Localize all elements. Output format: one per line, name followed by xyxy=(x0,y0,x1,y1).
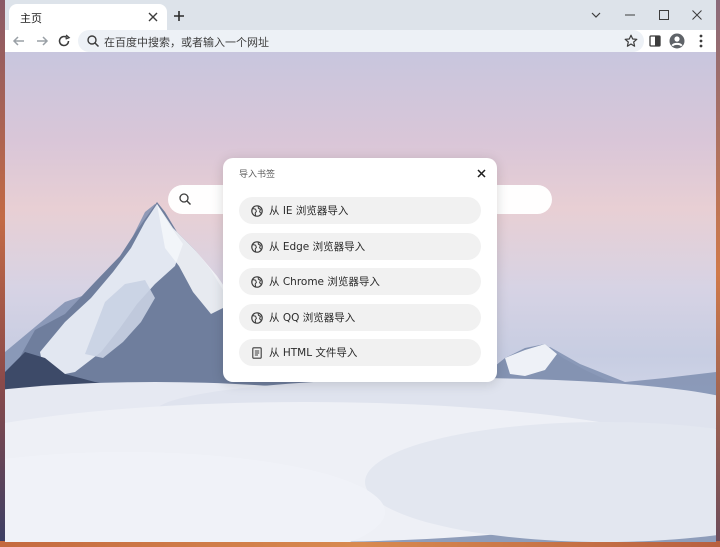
import-from-html-button[interactable]: 从 HTML 文件导入 xyxy=(239,339,481,366)
close-icon[interactable] xyxy=(686,4,708,26)
chevron-down-icon[interactable] xyxy=(585,4,607,26)
arrow-left-icon[interactable] xyxy=(10,32,28,50)
arrow-right-icon[interactable] xyxy=(33,32,51,50)
import-from-qq-button[interactable]: 从 QQ 浏览器导入 xyxy=(239,304,481,331)
tab-home[interactable]: 主页 xyxy=(9,4,167,30)
close-icon[interactable] xyxy=(145,9,161,25)
option-label: 从 Edge 浏览器导入 xyxy=(269,241,366,253)
toolbar: 在百度中搜索，或者输入一个网址 xyxy=(5,30,716,52)
maximize-icon[interactable] xyxy=(653,4,675,26)
address-bar[interactable]: 在百度中搜索，或者输入一个网址 xyxy=(78,30,644,52)
dialog-title: 导入书签 xyxy=(239,170,276,180)
tab-strip: 主页 xyxy=(5,0,716,30)
import-from-edge-button[interactable]: 从 Edge 浏览器导入 xyxy=(239,233,481,260)
globe-icon xyxy=(250,240,263,253)
document-icon xyxy=(250,346,263,359)
option-label: 从 IE 浏览器导入 xyxy=(269,205,349,217)
minimize-icon[interactable] xyxy=(619,4,641,26)
globe-icon xyxy=(250,204,263,217)
plus-icon[interactable] xyxy=(169,6,189,26)
option-label: 从 QQ 浏览器导入 xyxy=(269,312,356,324)
globe-icon xyxy=(250,311,263,324)
import-from-ie-button[interactable]: 从 IE 浏览器导入 xyxy=(239,197,481,224)
address-bar-placeholder: 在百度中搜索，或者输入一个网址 xyxy=(104,36,269,49)
import-from-chrome-button[interactable]: 从 Chrome 浏览器导入 xyxy=(239,268,481,295)
reload-icon[interactable] xyxy=(55,32,73,50)
tab-title: 主页 xyxy=(20,12,42,25)
import-bookmarks-dialog: 导入书签 从 IE 浏览器导入 从 Edge 浏览器导入 从 Chrome 浏览… xyxy=(223,158,497,382)
option-label: 从 Chrome 浏览器导入 xyxy=(269,276,380,288)
option-label: 从 HTML 文件导入 xyxy=(269,347,358,359)
search-icon xyxy=(86,34,100,48)
avatar-icon[interactable] xyxy=(668,32,686,50)
more-menu-icon[interactable] xyxy=(692,32,710,50)
star-icon[interactable] xyxy=(622,32,640,50)
browser-window: 主页 在百度中搜索，或者输入一个网址 导入书签 从 IE 浏览器导入 从 Edg… xyxy=(5,0,716,542)
globe-icon xyxy=(250,275,263,288)
search-icon xyxy=(178,192,192,206)
close-icon[interactable] xyxy=(473,165,489,181)
new-tab-page: 导入书签 从 IE 浏览器导入 从 Edge 浏览器导入 从 Chrome 浏览… xyxy=(5,52,716,542)
side-panel-icon[interactable] xyxy=(646,32,664,50)
